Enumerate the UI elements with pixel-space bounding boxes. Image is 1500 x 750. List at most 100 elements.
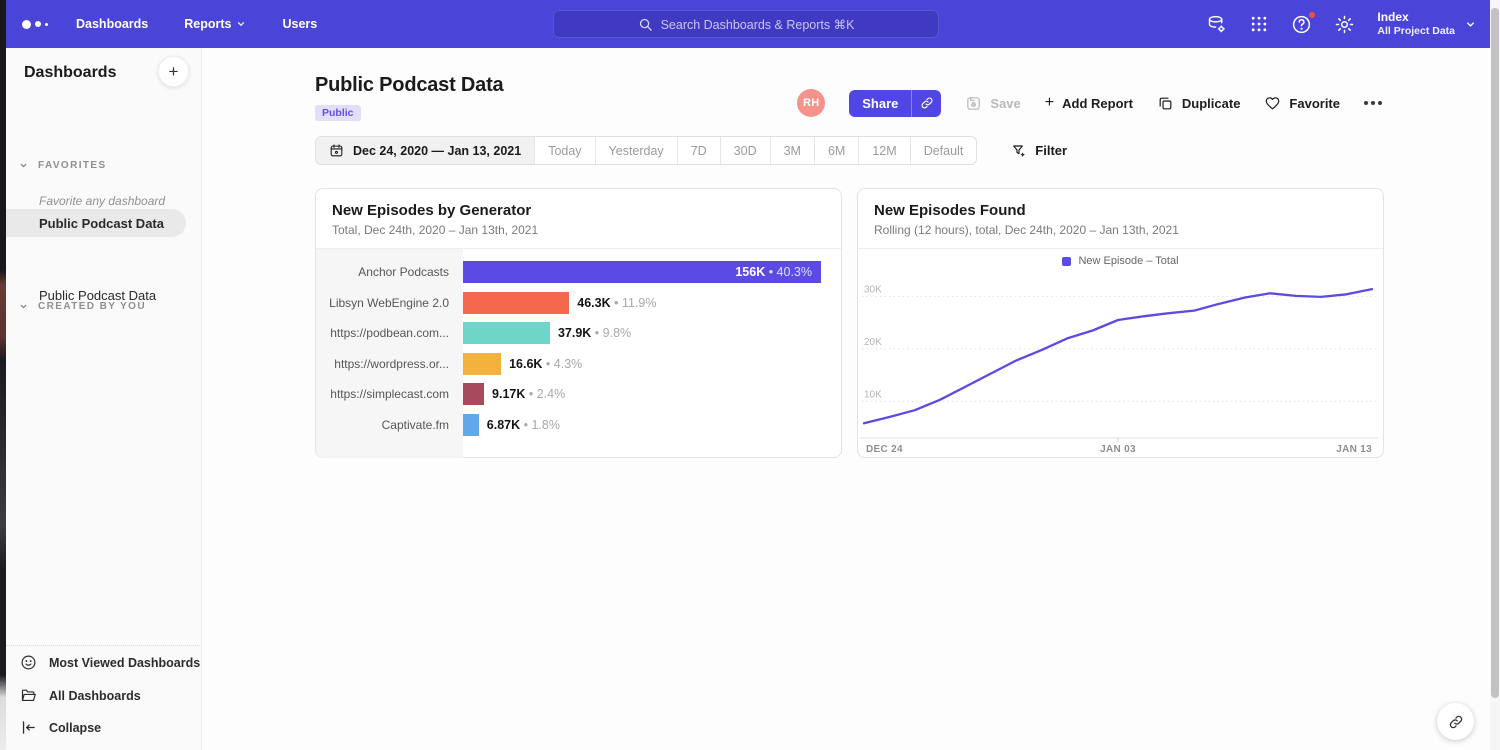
preset-yesterday[interactable]: Yesterday — [595, 137, 677, 164]
smiley-icon — [20, 654, 37, 671]
calendar-icon — [329, 143, 344, 158]
add-dashboard-button[interactable]: + — [158, 56, 189, 87]
avatar[interactable]: RH — [797, 89, 825, 117]
bar-row: Anchor Podcasts 156K • 40.3% — [316, 261, 841, 283]
preset-6m[interactable]: 6M — [814, 137, 858, 164]
preset-3m[interactable]: 3M — [770, 137, 814, 164]
save-button[interactable]: Save — [965, 95, 1020, 112]
workspace-scope: All Project Data — [1377, 25, 1455, 38]
bar-segment — [463, 383, 484, 405]
preset-12m[interactable]: 12M — [858, 137, 909, 164]
add-report-button[interactable]: + Add Report — [1045, 94, 1133, 112]
bar-value-label: 9.17K • 2.4% — [492, 387, 565, 401]
app-logo-dots-icon[interactable] — [22, 20, 48, 29]
search-icon — [638, 17, 653, 32]
nav-item-users[interactable]: Users — [282, 17, 317, 31]
public-badge: Public — [315, 105, 361, 121]
filter-button[interactable]: Filter — [1011, 143, 1067, 159]
bar-value-label: 156K • 40.3% — [735, 265, 812, 279]
search-input[interactable]: Search Dashboards & Reports ⌘K — [553, 10, 939, 38]
bar-segment: 156K • 40.3% — [463, 261, 821, 283]
workspace-name: Index — [1377, 10, 1455, 25]
bar-category-label: https://simplecast.com — [316, 387, 463, 401]
bar-segment — [463, 322, 550, 344]
svg-text:JAN 13: JAN 13 — [1336, 444, 1372, 455]
nav-item-reports[interactable]: Reports — [184, 17, 246, 31]
chevron-down-icon — [19, 161, 28, 170]
favorite-button[interactable]: Favorite — [1264, 95, 1340, 112]
collapse-left-icon — [20, 719, 37, 736]
all-dashboards-button[interactable]: All Dashboards — [20, 687, 141, 704]
legend-swatch — [1062, 257, 1071, 266]
preset-30d[interactable]: 30D — [720, 137, 770, 164]
bar-category-label: https://wordpress.or... — [316, 357, 463, 371]
search-placeholder: Search Dashboards & Reports ⌘K — [661, 17, 855, 32]
main-content: Public Podcast Data Public RH Share Save… — [203, 48, 1490, 750]
filter-funnel-icon — [1011, 143, 1027, 159]
bar-row: https://simplecast.com 9.17K • 2.4% — [316, 383, 841, 405]
svg-text:30K: 30K — [864, 284, 882, 295]
copy-link-icon[interactable] — [911, 90, 941, 117]
chart-legend: New Episode – Total — [858, 249, 1383, 273]
svg-text:10K: 10K — [864, 389, 882, 400]
date-toolbar: Dec 24, 2020 — Jan 13, 2021 Today Yester… — [315, 136, 1067, 165]
nav-item-dashboards[interactable]: Dashboards — [76, 17, 148, 31]
chart-title: New Episodes Found — [874, 202, 1367, 219]
bar-category-label: Anchor Podcasts — [316, 265, 463, 279]
preset-7d[interactable]: 7D — [677, 137, 720, 164]
share-button[interactable]: Share — [849, 90, 941, 117]
workspace-switcher[interactable]: Index All Project Data — [1377, 10, 1476, 38]
bar-row: https://podbean.com... 37.9K • 9.8% — [316, 322, 841, 344]
apps-grid-icon[interactable] — [1249, 14, 1269, 34]
heart-icon — [1264, 95, 1281, 112]
page-title: Public Podcast Data — [315, 74, 503, 97]
bar-row: https://wordpress.or... 16.6K • 4.3% — [316, 353, 841, 375]
preset-default[interactable]: Default — [910, 137, 977, 164]
section-favorites[interactable]: FAVORITES — [6, 160, 201, 171]
save-icon — [965, 95, 982, 112]
svg-text:JAN 03: JAN 03 — [1100, 444, 1136, 455]
folder-icon — [20, 687, 37, 704]
scrollbar-thumb[interactable] — [1491, 8, 1499, 698]
link-icon — [1448, 714, 1464, 730]
copy-link-floating-button[interactable] — [1437, 703, 1474, 740]
bar-segment — [463, 292, 569, 314]
date-range-button[interactable]: Dec 24, 2020 — Jan 13, 2021 — [316, 137, 534, 164]
bar-row: Captivate.fm6.87K • 1.8% — [316, 414, 841, 436]
most-viewed-dashboards-button[interactable]: Most Viewed Dashboards — [20, 654, 200, 671]
bar-category-label: Libsyn WebEngine 2.0 — [316, 296, 463, 310]
help-icon[interactable] — [1291, 14, 1312, 35]
nav-right-cluster: Index All Project Data — [1206, 0, 1476, 48]
plus-icon: + — [1045, 94, 1054, 112]
chart-subtitle: Rolling (12 hours), total, Dec 24th, 202… — [874, 223, 1367, 237]
header-actions: RH Share Save + Add Report Duplicate Fav… — [797, 89, 1382, 117]
date-range-segmented-control: Dec 24, 2020 — Jan 13, 2021 Today Yester… — [315, 136, 977, 165]
bar-category-label: https://podbean.com... — [316, 326, 463, 340]
sidebar-item-public-podcast-data[interactable]: Public Podcast Data — [6, 209, 186, 237]
bar-value-label: 46.3K • 11.9% — [577, 296, 656, 310]
notification-dot — [1308, 11, 1316, 19]
chart-subtitle: Total, Dec 24th, 2020 – Jan 13th, 2021 — [332, 223, 825, 237]
card-new-episodes-found: New Episodes Found Rolling (12 hours), t… — [857, 188, 1384, 458]
more-options-button[interactable] — [1364, 101, 1382, 105]
bar-segment — [463, 353, 501, 375]
bar-chart: Anchor Podcasts 156K • 40.3% Libsyn WebEng… — [316, 249, 841, 458]
settings-gear-icon[interactable] — [1334, 14, 1355, 35]
sidebar-item-public-podcast-data-created[interactable]: Public Podcast Data — [6, 281, 186, 309]
bar-value-label: 37.9K • 9.8% — [558, 326, 631, 340]
bar-value-label: 6.87K • 1.8% — [487, 418, 560, 432]
svg-text:DEC 24: DEC 24 — [866, 444, 903, 455]
bar-value-label: 16.6K • 4.3% — [509, 357, 582, 371]
preset-today[interactable]: Today — [534, 137, 594, 164]
top-nav: Dashboards Reports Users Search Dashboar… — [6, 0, 1490, 48]
chevron-down-icon — [1465, 19, 1476, 30]
favorites-empty-text: Favorite any dashboard — [39, 194, 165, 208]
svg-text:20K: 20K — [864, 337, 882, 348]
page-scrollbar — [1490, 0, 1500, 750]
collapse-sidebar-button[interactable]: Collapse — [20, 719, 101, 736]
data-sources-icon[interactable] — [1206, 14, 1227, 35]
duplicate-button[interactable]: Duplicate — [1157, 95, 1241, 112]
chevron-down-icon — [236, 19, 246, 29]
sidebar-footer-divider — [6, 645, 202, 646]
sidebar-title: Dashboards — [24, 64, 116, 82]
